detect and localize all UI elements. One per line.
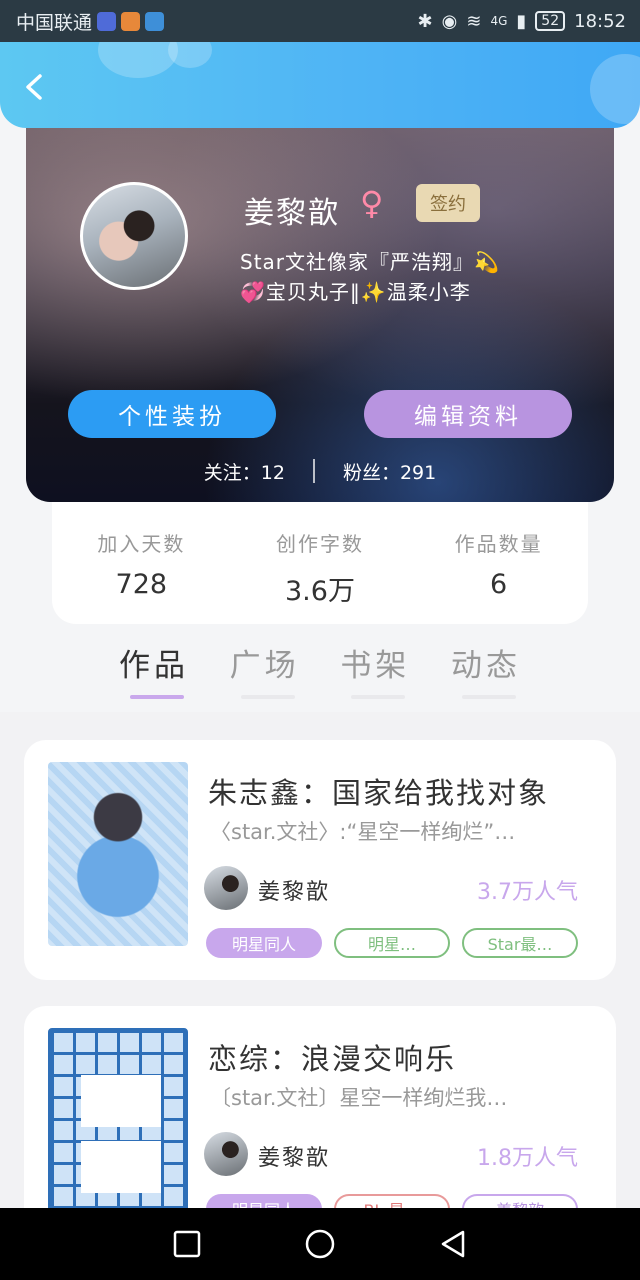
decorate-button[interactable]: 个性装扮 [68, 390, 276, 438]
stat-value: 3.6万 [285, 576, 355, 607]
back-nav-button[interactable] [433, 1224, 473, 1264]
stat-works-count: 作品数量 6 [424, 528, 574, 624]
chevron-left-icon [26, 74, 42, 100]
follow-stats: 关注：12 粉丝：291 [26, 456, 614, 486]
profile-card: 姜黎歆 ♀ 签约 Star文社像家『严浩翔』💫 💞宝贝丸子‖✨温柔小李 个性装扮… [26, 112, 614, 502]
bio-line-1: Star文社像家『严浩翔』💫 [240, 250, 500, 274]
female-icon: ♀ [360, 184, 384, 222]
tag-list: 明星同人 明星… Star最… [206, 928, 578, 958]
work-description: 〔star.文社〕星空一样绚烂我… [210, 1086, 508, 1110]
tag[interactable]: 明星同人 [206, 928, 322, 958]
popularity-count: 1.8万人气 [477, 1146, 578, 1171]
decor-bubble [590, 54, 640, 124]
work-description: 〈star.文社〉:“星空一样绚烂”… [210, 820, 516, 844]
status-bar: 中国联通 ✱ ◉ ≋ 4G ▮ 52 18:52 [0, 0, 640, 42]
book-cover-image[interactable] [48, 762, 188, 946]
edit-profile-button[interactable]: 编辑资料 [364, 390, 572, 438]
status-left: 中国联通 [16, 8, 165, 35]
stat-label: 作品数量 [454, 532, 543, 556]
followers-count[interactable]: 粉丝：291 [343, 458, 436, 485]
tab-label: 动态 [450, 648, 521, 684]
video-app-icon [121, 11, 141, 31]
music-app-icon [97, 11, 117, 31]
signal-icon: ▮ [516, 10, 527, 32]
tab-label: 书架 [340, 648, 411, 684]
decor-bubble [168, 42, 212, 68]
clock: 18:52 [574, 10, 626, 32]
eye-icon: ◉ [441, 10, 458, 32]
bluetooth-icon: ✱ [417, 10, 433, 32]
tab-square[interactable]: 广场 [211, 640, 319, 712]
tab-works[interactable]: 作品 [100, 640, 208, 712]
decor-bubble [98, 42, 178, 78]
profile-tabs: 作品 广场 书架 动态 [100, 640, 540, 712]
tab-indicator [351, 695, 406, 699]
tab-label: 广场 [229, 648, 300, 684]
author-avatar[interactable] [204, 866, 248, 910]
tab-label: 作品 [119, 648, 189, 684]
following-count[interactable]: 关注：12 [204, 458, 285, 485]
status-right: ✱ ◉ ≋ 4G ▮ 52 18:52 [418, 11, 626, 32]
circle-icon [305, 1229, 335, 1259]
stat-value: 6 [490, 569, 508, 600]
system-nav-bar [0, 1208, 640, 1280]
tag[interactable]: 明星… [334, 928, 450, 958]
tab-activity[interactable]: 动态 [432, 640, 540, 712]
popularity-count: 3.7万人气 [477, 880, 578, 905]
stat-label: 加入天数 [97, 532, 186, 556]
bio-line-2: 💞宝贝丸子‖✨温柔小李 [240, 280, 471, 304]
tab-indicator [461, 695, 516, 699]
stats-card: 加入天数 728 创作字数 3.6万 作品数量 6 [52, 500, 588, 624]
square-icon [173, 1230, 200, 1258]
wifi-icon: ≋ [466, 10, 482, 32]
divider [312, 459, 315, 483]
stat-join-days: 加入天数 728 [66, 528, 216, 624]
work-title[interactable]: 恋综：浪漫交响乐 [208, 1036, 456, 1078]
browser-app-icon [145, 11, 165, 31]
profile-name: 姜黎歆 [244, 196, 340, 231]
author-name[interactable]: 姜黎歆 [258, 874, 330, 906]
battery-icon: 52 [535, 11, 566, 31]
tab-indicator [240, 695, 295, 699]
network-type: 4G [490, 14, 508, 28]
triangle-back-icon [442, 1230, 465, 1258]
stat-word-count: 创作字数 3.6万 [245, 528, 395, 624]
back-button[interactable] [20, 72, 50, 102]
signed-badge: 签约 [416, 184, 480, 222]
author-avatar[interactable] [204, 1132, 248, 1176]
tab-bookshelf[interactable]: 书架 [321, 640, 429, 712]
carrier-label: 中国联通 [16, 11, 93, 34]
header-bar [0, 42, 640, 128]
work-card[interactable]: 朱志鑫：国家给我找对象 〈star.文社〉:“星空一样绚烂”… 姜黎歆 3.7万… [24, 740, 616, 980]
stat-value: 728 [115, 569, 168, 600]
author-name[interactable]: 姜黎歆 [258, 1140, 330, 1172]
home-button[interactable] [300, 1224, 340, 1264]
avatar[interactable] [80, 182, 188, 290]
book-cover-image[interactable] [48, 1028, 188, 1212]
work-title[interactable]: 朱志鑫：国家给我找对象 [208, 770, 549, 812]
recents-button[interactable] [167, 1224, 207, 1264]
tab-indicator [130, 695, 184, 699]
stat-label: 创作字数 [275, 532, 364, 556]
tag[interactable]: Star最… [462, 928, 578, 958]
